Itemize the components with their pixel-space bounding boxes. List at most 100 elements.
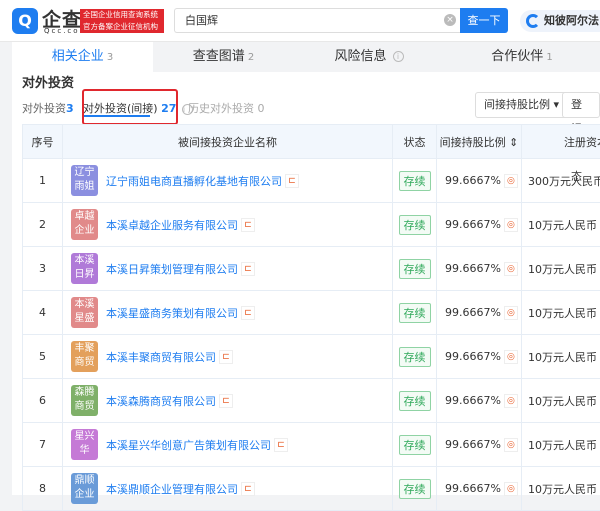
row-index: 1 (23, 159, 63, 203)
company-logo[interactable]: 星兴华 (71, 429, 98, 460)
alpha-label: 知彼阿尔法 (544, 14, 599, 27)
status-badge: 存续 (399, 303, 431, 323)
tab-count: 1 (546, 52, 552, 63)
tab-label: 合作伙伴 (491, 49, 543, 64)
equity-chart-icon[interactable]: ◎ (504, 306, 518, 320)
subtab-investment[interactable]: 对外投资3 (22, 100, 74, 116)
logo-text: 企业 (71, 224, 98, 238)
table-row: 2 卓越企业本溪卓越企业服务有限公司⊏ 存续 99.6667%◎ 10万元人民币 (23, 203, 600, 247)
col-header-name: 被间接投资企业名称 (63, 125, 393, 159)
row-index: 5 (23, 335, 63, 379)
subtab-label: 历史对外投资 (188, 102, 254, 115)
equity-tree-icon[interactable]: ⊏ (241, 482, 255, 496)
search-input[interactable]: 白国辉 (174, 8, 460, 33)
logo-text: 丰聚 (71, 342, 98, 356)
info-icon[interactable]: i (393, 51, 404, 62)
ratio-value: 99.6667% (445, 218, 501, 231)
tab-graph[interactable]: 查查图谱2 (153, 42, 294, 72)
company-logo[interactable]: 鼎顺企业 (71, 473, 98, 504)
capital-cell: 10万元人民币 (522, 291, 600, 335)
ratio-filter-dropdown[interactable]: 间接持股比例 ▾ (475, 92, 568, 118)
company-cell: 辽宁雨姐辽宁雨姐电商直播孵化基地有限公司⊏ (63, 159, 393, 203)
company-logo[interactable]: 丰聚商贸 (71, 341, 98, 372)
company-logo[interactable]: 本溪星盛 (71, 297, 98, 328)
company-name-link[interactable]: 本溪卓越企业服务有限公司 (106, 219, 238, 232)
tab-partners[interactable]: 合作伙伴1 (444, 42, 600, 72)
section-title: 对外投资 (22, 72, 74, 91)
status-badge: 存续 (399, 215, 431, 235)
slogan-line: 官方备案企业征信机构 (83, 21, 161, 33)
capital-cell: 10万元人民币 (522, 247, 600, 291)
company-logo[interactable]: 卓越企业 (71, 209, 98, 240)
logo-text: 本溪 (71, 254, 98, 268)
equity-chart-icon[interactable]: ◎ (504, 438, 518, 452)
tab-risk-info[interactable]: 风险信息i (294, 42, 444, 72)
equity-chart-icon[interactable]: ◎ (504, 218, 518, 232)
company-cell: 鼎顺企业本溪鼎顺企业管理有限公司⊏ (63, 467, 393, 511)
logo-text: 华 (71, 444, 98, 458)
main-tabs: 相关企业3 查查图谱2 风险信息i 合作伙伴1 (12, 42, 600, 72)
investment-table: 序号 被间接投资企业名称 状态 间接持股比例 ⇕ 注册资本 1 辽宁雨姐辽宁雨姐… (22, 124, 600, 511)
col-header-status: 状态 (393, 125, 437, 159)
tab-count: 2 (248, 52, 254, 63)
alpha-button[interactable]: 知彼阿尔法 (520, 10, 600, 32)
equity-chart-icon[interactable]: ◎ (504, 262, 518, 276)
equity-tree-icon[interactable]: ⊏ (241, 262, 255, 276)
equity-chart-icon[interactable]: ◎ (504, 394, 518, 408)
company-name-link[interactable]: 本溪星盛商务策划有限公司 (106, 307, 238, 320)
equity-tree-icon[interactable]: ⊏ (241, 218, 255, 232)
equity-tree-icon[interactable]: ⊏ (274, 438, 288, 452)
logo-text: 鼎顺 (71, 474, 98, 488)
ratio-cell: 99.6667%◎ (437, 467, 522, 511)
equity-chart-icon[interactable]: ◎ (504, 350, 518, 364)
company-cell: 星兴华本溪星兴华创意广告策划有限公司⊏ (63, 423, 393, 467)
slogan-line: 全国企业信用查询系统 (83, 9, 161, 21)
company-name-link[interactable]: 辽宁雨姐电商直播孵化基地有限公司 (106, 175, 282, 188)
status-cell: 存续 (393, 203, 437, 247)
search-button[interactable]: 查一下 (460, 8, 508, 33)
equity-tree-icon[interactable]: ⊏ (219, 350, 233, 364)
company-name-link[interactable]: 本溪日昇策划管理有限公司 (106, 263, 238, 276)
status-badge: 存续 (399, 259, 431, 279)
ratio-value: 99.6667% (445, 174, 501, 187)
company-cell: 本溪日昇本溪日昇策划管理有限公司⊏ (63, 247, 393, 291)
company-name-link[interactable]: 本溪森腾商贸有限公司 (106, 395, 216, 408)
capital-cell: 10万元人民币 (522, 203, 600, 247)
company-name-link[interactable]: 本溪丰聚商贸有限公司 (106, 351, 216, 364)
equity-tree-icon[interactable]: ⊏ (285, 174, 299, 188)
row-index: 7 (23, 423, 63, 467)
capital-cell: 10万元人民币 (522, 423, 600, 467)
qcc-logo-icon[interactable]: Q (12, 8, 38, 34)
status-filter-dropdown[interactable]: 登记状态 (562, 92, 600, 118)
logo-text: 森腾 (71, 386, 98, 400)
slogan-badge: 全国企业信用查询系统官方备案企业征信机构 (80, 9, 164, 33)
row-index: 2 (23, 203, 63, 247)
subtab-history-investment[interactable]: 历史对外投资 0 (188, 100, 265, 116)
company-logo[interactable]: 辽宁雨姐 (71, 165, 98, 196)
clear-icon[interactable]: × (444, 14, 456, 26)
logo-text: 星兴 (71, 430, 98, 444)
col-header-ratio[interactable]: 间接持股比例 ⇕ (437, 125, 522, 159)
tab-related-companies[interactable]: 相关企业3 (12, 42, 153, 72)
status-badge: 存续 (399, 347, 431, 367)
company-logo[interactable]: 本溪日昇 (71, 253, 98, 284)
company-logo[interactable]: 森腾商贸 (71, 385, 98, 416)
row-index: 4 (23, 291, 63, 335)
equity-chart-icon[interactable]: ◎ (504, 482, 518, 496)
equity-chart-icon[interactable]: ◎ (504, 174, 518, 188)
ratio-cell: 99.6667%◎ (437, 291, 522, 335)
capital-cell: 10万元人民币 (522, 467, 600, 511)
highlight-box (82, 89, 178, 125)
company-cell: 森腾商贸本溪森腾商贸有限公司⊏ (63, 379, 393, 423)
capital-cell: 10万元人民币 (522, 379, 600, 423)
equity-tree-icon[interactable]: ⊏ (241, 306, 255, 320)
equity-tree-icon[interactable]: ⊏ (219, 394, 233, 408)
company-name-link[interactable]: 本溪鼎顺企业管理有限公司 (106, 483, 238, 496)
company-name-link[interactable]: 本溪星兴华创意广告策划有限公司 (106, 439, 271, 452)
status-badge: 存续 (399, 435, 431, 455)
status-cell: 存续 (393, 423, 437, 467)
ratio-cell: 99.6667%◎ (437, 335, 522, 379)
table-row: 3 本溪日昇本溪日昇策划管理有限公司⊏ 存续 99.6667%◎ 10万元人民币 (23, 247, 600, 291)
status-badge: 存续 (399, 391, 431, 411)
tab-label: 相关企业 (52, 49, 104, 64)
